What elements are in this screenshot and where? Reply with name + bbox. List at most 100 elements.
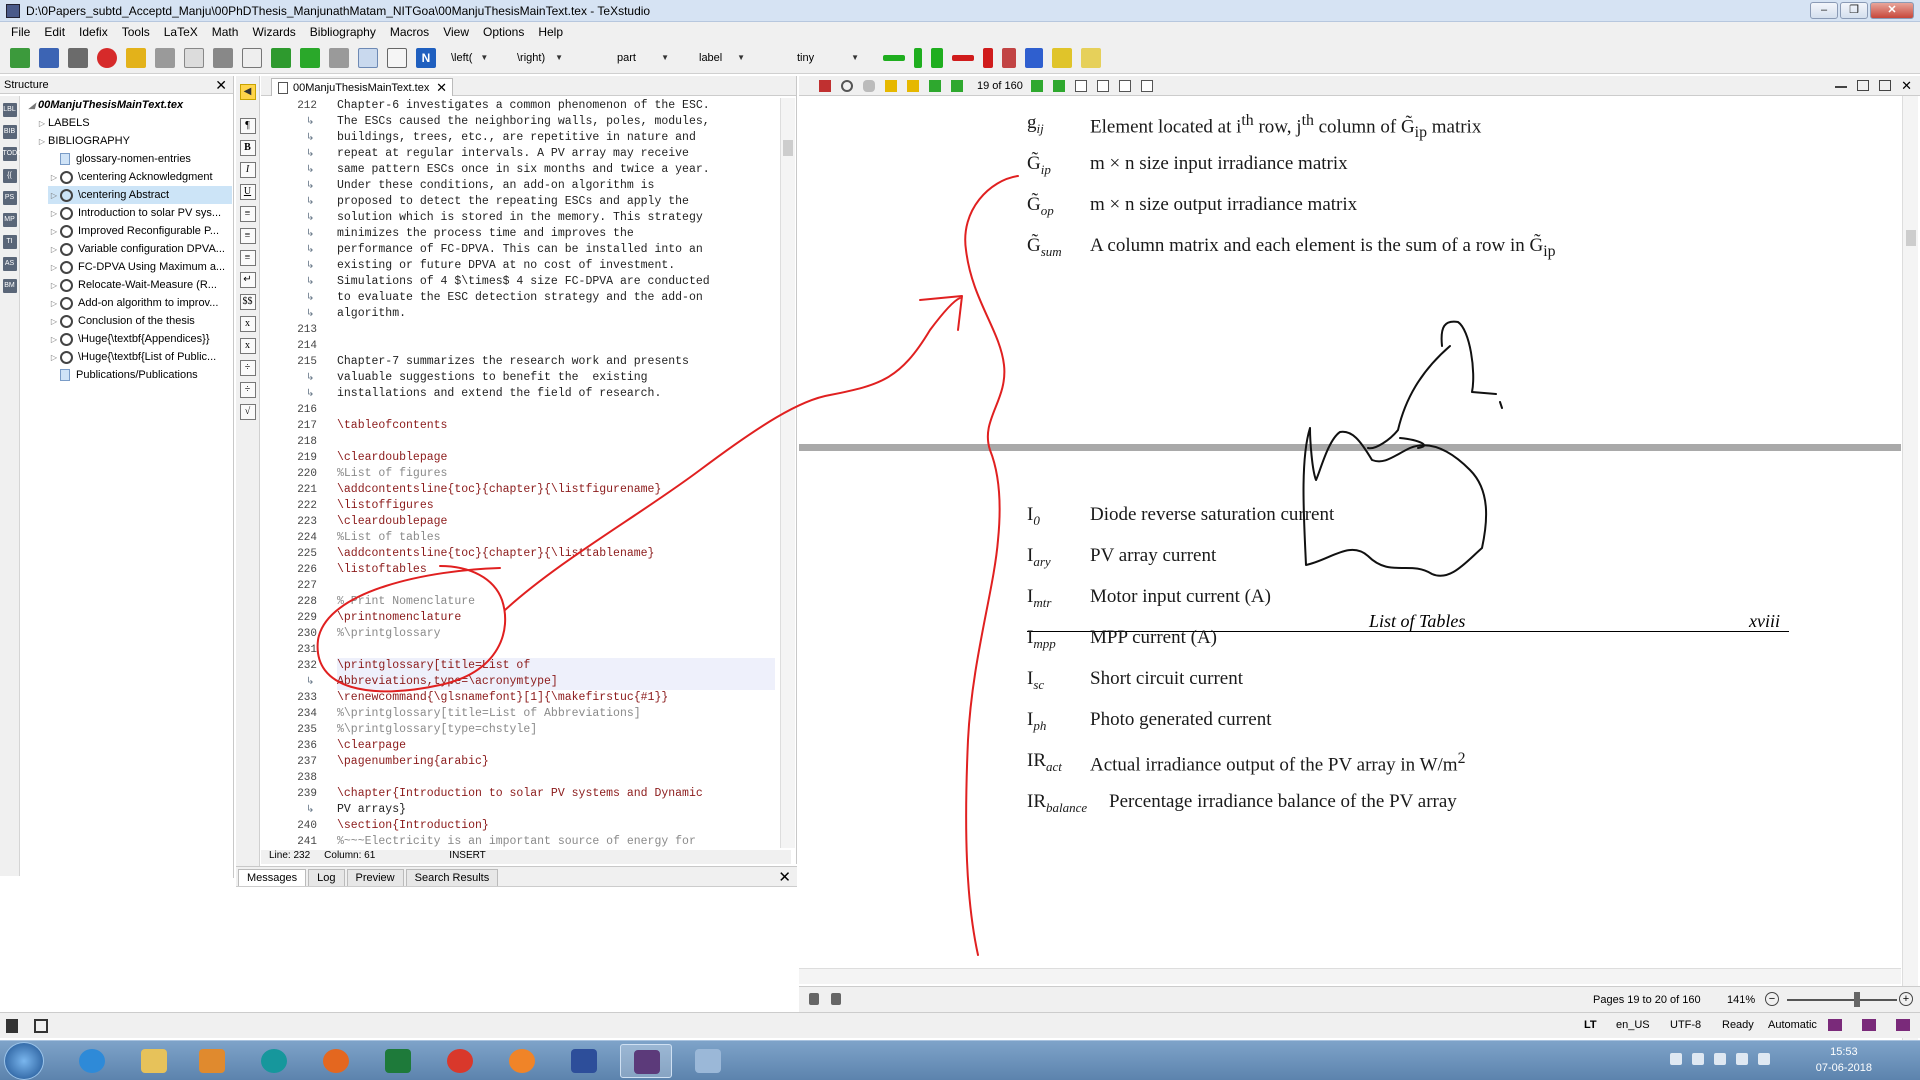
ie-taskbar-button[interactable]	[66, 1044, 118, 1078]
table-warn2-icon[interactable]	[1081, 47, 1101, 68]
close-messages-icon[interactable]: ✕	[778, 868, 791, 886]
last-page-icon[interactable]	[1052, 79, 1065, 92]
bookmark3-icon[interactable]	[1896, 1019, 1910, 1031]
editor-scrollbar[interactable]	[780, 98, 795, 848]
superscript-icon[interactable]: x	[239, 338, 256, 354]
expand-arrow-icon[interactable]: ▷	[48, 281, 60, 290]
reference-combo[interactable]: label ▼	[693, 48, 751, 68]
bookmark1-icon[interactable]	[1828, 1019, 1842, 1031]
expand-arrow-icon[interactable]: ▷	[48, 317, 60, 326]
table-remove-column-icon[interactable]	[983, 47, 993, 68]
subscript-icon[interactable]: x	[239, 316, 256, 332]
structure-item[interactable]: ▷ \Huge{\textbf{List of Public...	[48, 348, 232, 366]
pdf-close-icon[interactable]: ✕	[1901, 79, 1912, 92]
stop-icon[interactable]	[329, 47, 349, 68]
expand-arrow-icon[interactable]: ◢	[26, 101, 38, 110]
tray-volume-icon[interactable]	[1758, 1053, 1770, 1065]
code-line[interactable]: PV arrays}	[337, 802, 775, 818]
code-line[interactable]: \addcontentsline{toc}{chapter}{\listtabl…	[337, 546, 775, 562]
media-taskbar-button[interactable]	[186, 1044, 238, 1078]
open-file-icon[interactable]	[39, 47, 59, 68]
table-warn-icon[interactable]	[1052, 47, 1072, 68]
menu-idefix[interactable]: Idefix	[72, 22, 115, 42]
structure-item[interactable]: ▷ Variable configuration DPVA...	[48, 240, 232, 258]
explorer-taskbar-button[interactable]	[128, 1044, 180, 1078]
code-line[interactable]: %\printglossary[title=List of Abbreviati…	[337, 706, 775, 722]
pdf-minimize-icon[interactable]	[1835, 86, 1848, 88]
texstudio-taskbar-button[interactable]	[620, 1044, 672, 1078]
expand-arrow-icon[interactable]: ▷	[48, 245, 60, 254]
tab-messages[interactable]: Messages	[238, 869, 307, 886]
zoom-in-icon[interactable]: +	[1899, 992, 1913, 1006]
visio-taskbar-button[interactable]	[558, 1044, 610, 1078]
structure-item[interactable]: ▷ \centering Abstract	[48, 186, 232, 204]
menu-math[interactable]: Math	[205, 22, 246, 42]
italic-icon[interactable]: I	[239, 162, 256, 178]
hand-icon[interactable]	[863, 79, 875, 92]
chrome-taskbar-button[interactable]	[434, 1044, 486, 1078]
code-line[interactable]: \cleardoublepage	[337, 514, 775, 530]
math-dollar-icon[interactable]: $$	[239, 294, 256, 310]
zoom-slider-handle[interactable]	[1854, 992, 1860, 1007]
grid-icon[interactable]	[1140, 79, 1153, 92]
new-file-icon[interactable]	[10, 47, 30, 68]
save-icon[interactable]	[68, 47, 88, 68]
first-page-icon[interactable]	[929, 79, 941, 92]
table-remove-row-icon[interactable]	[952, 54, 974, 61]
code-line[interactable]: same pattern ESCs once in six months and…	[337, 162, 775, 178]
close-tab-icon[interactable]: ✕	[436, 80, 447, 96]
language-selector[interactable]: en_US	[1616, 1019, 1650, 1031]
pdf-window-icon[interactable]	[1857, 80, 1870, 91]
structure-item[interactable]: ▷ BIBLIOGRAPHY	[36, 132, 232, 150]
fraction-icon[interactable]: ÷	[239, 360, 256, 376]
code-line[interactable]: existing or future DPVA at no cost of in…	[337, 258, 775, 274]
zoom-out-icon[interactable]: −	[1765, 992, 1779, 1006]
prev-page-icon[interactable]	[885, 79, 897, 92]
menu-latex[interactable]: LaTeX	[157, 22, 205, 42]
expand-arrow-icon[interactable]: ▷	[48, 173, 60, 182]
arduino-taskbar-button[interactable]	[248, 1044, 300, 1078]
expand-arrow-icon[interactable]: ▷	[48, 209, 60, 218]
menu-bibliography[interactable]: Bibliography	[303, 22, 383, 42]
code-line[interactable]: \pagenumbering{arabic}	[337, 754, 775, 770]
structure-side-as-icon[interactable]: AS	[2, 257, 17, 271]
code-line[interactable]: buildings, trees, etc., are repetitive i…	[337, 130, 775, 146]
code-line[interactable]: proposed to detect the repeating ESCs an…	[337, 194, 775, 210]
code-line[interactable]	[337, 402, 775, 418]
pdf-page-area[interactable]: gij Element located at ith row, jth colum…	[799, 96, 1901, 1044]
zoom-label[interactable]: 141%	[1727, 994, 1755, 1006]
menu-options[interactable]: Options	[476, 22, 531, 42]
right-delim-combo[interactable]: \right) ▼	[511, 48, 569, 68]
code-line[interactable]: \clearpage	[337, 738, 775, 754]
code-line[interactable]: to evaluate the ESC detection strategy a…	[337, 290, 775, 306]
code-line[interactable]: \addcontentsline{toc}{chapter}{\listfigu…	[337, 482, 775, 498]
zoom-slider[interactable]	[1787, 999, 1897, 1001]
encoding-selector[interactable]: UTF-8	[1670, 1019, 1701, 1031]
expand-arrow-icon[interactable]: ▷	[36, 137, 48, 146]
table-add-column-icon[interactable]	[914, 47, 922, 68]
code-line[interactable]: Under these conditions, an add-on algori…	[337, 178, 775, 194]
code-line[interactable]: %\printglossary	[337, 626, 775, 642]
structure-side-bib-icon[interactable]: BIB	[2, 125, 17, 139]
code-line[interactable]: \renewcommand{\glsnamefont}[1]{\makefirs…	[337, 690, 775, 706]
table-cut-column-icon[interactable]	[1002, 47, 1016, 68]
firefox-taskbar-button[interactable]	[310, 1044, 362, 1078]
tray-flag-icon[interactable]	[1692, 1053, 1704, 1065]
code-line[interactable]: Chapter-7 summarizes the research work a…	[337, 354, 775, 370]
tab-preview[interactable]: Preview	[346, 869, 404, 886]
code-line[interactable]: \cleardoublepage	[337, 450, 775, 466]
paste-icon[interactable]	[242, 47, 262, 68]
close-window-button[interactable]: ✕	[1870, 2, 1914, 19]
structure-item[interactable]: ▷ \centering Acknowledgment	[48, 168, 232, 186]
clock[interactable]: 15:53 07-06-2018	[1816, 1044, 1872, 1076]
code-line[interactable]: performance of FC-DPVA. This can be inst…	[337, 242, 775, 258]
tray-dropbox-icon[interactable]	[1714, 1053, 1726, 1065]
expand-arrow-icon[interactable]: ▷	[48, 191, 60, 200]
code-line[interactable]: \printnomenclature	[337, 610, 775, 626]
sectioning-combo[interactable]: part ▼	[587, 48, 675, 68]
structure-item[interactable]: ▷ \Huge{\textbf{Appendices}}	[48, 330, 232, 348]
minimize-button[interactable]: –	[1810, 2, 1838, 19]
menu-tools[interactable]: Tools	[115, 22, 157, 42]
pdf-scrollbar[interactable]	[1902, 96, 1918, 1046]
structure-item[interactable]: ▷ Relocate-Wait-Measure (R...	[48, 276, 232, 294]
